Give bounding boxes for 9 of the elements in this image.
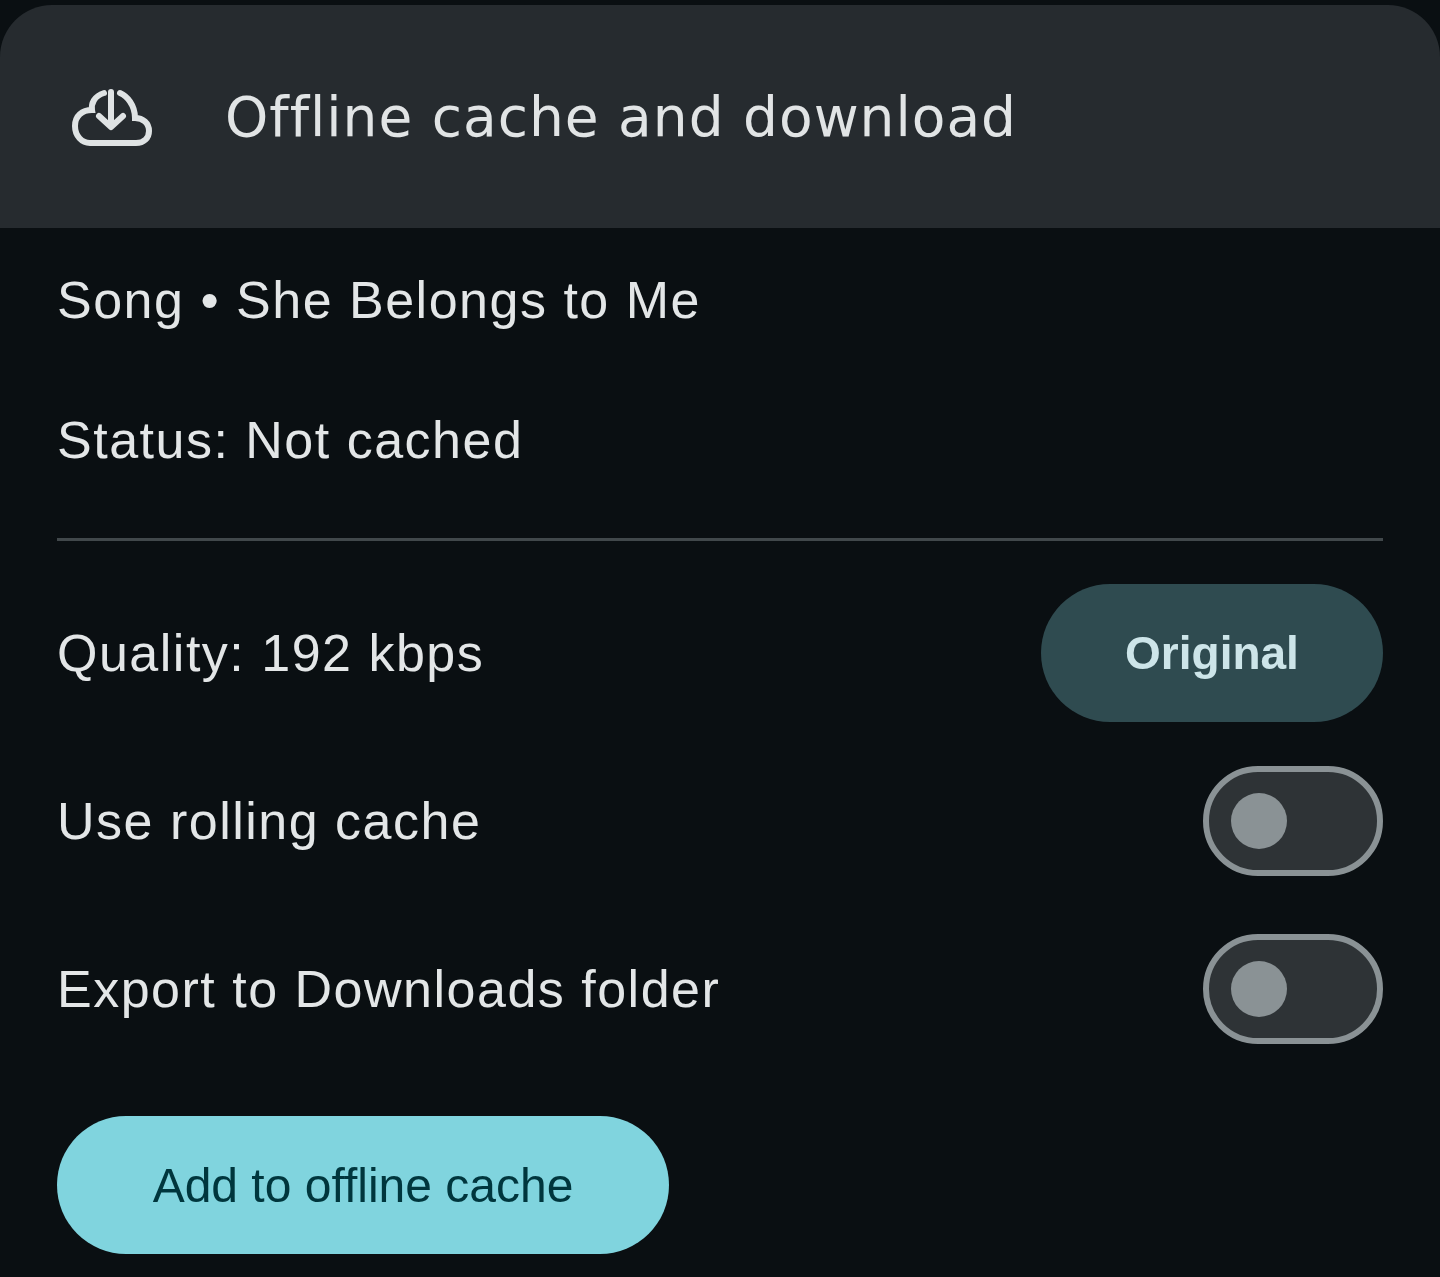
add-to-cache-button[interactable]: Add to offline cache [57,1116,669,1254]
setting-label: Export to Downloads folder [57,959,721,1019]
quality-button[interactable]: Original [1041,584,1383,722]
dialog-title: Offline cache and download [225,84,1018,149]
cache-status: Status: Not cached [57,410,525,471]
song-title: Song • She Belongs to Me [57,270,702,331]
cloud-download-icon [72,87,152,146]
setting-label: Use rolling cache [57,791,482,851]
setting-label: Quality: 192 kbps [57,623,485,683]
